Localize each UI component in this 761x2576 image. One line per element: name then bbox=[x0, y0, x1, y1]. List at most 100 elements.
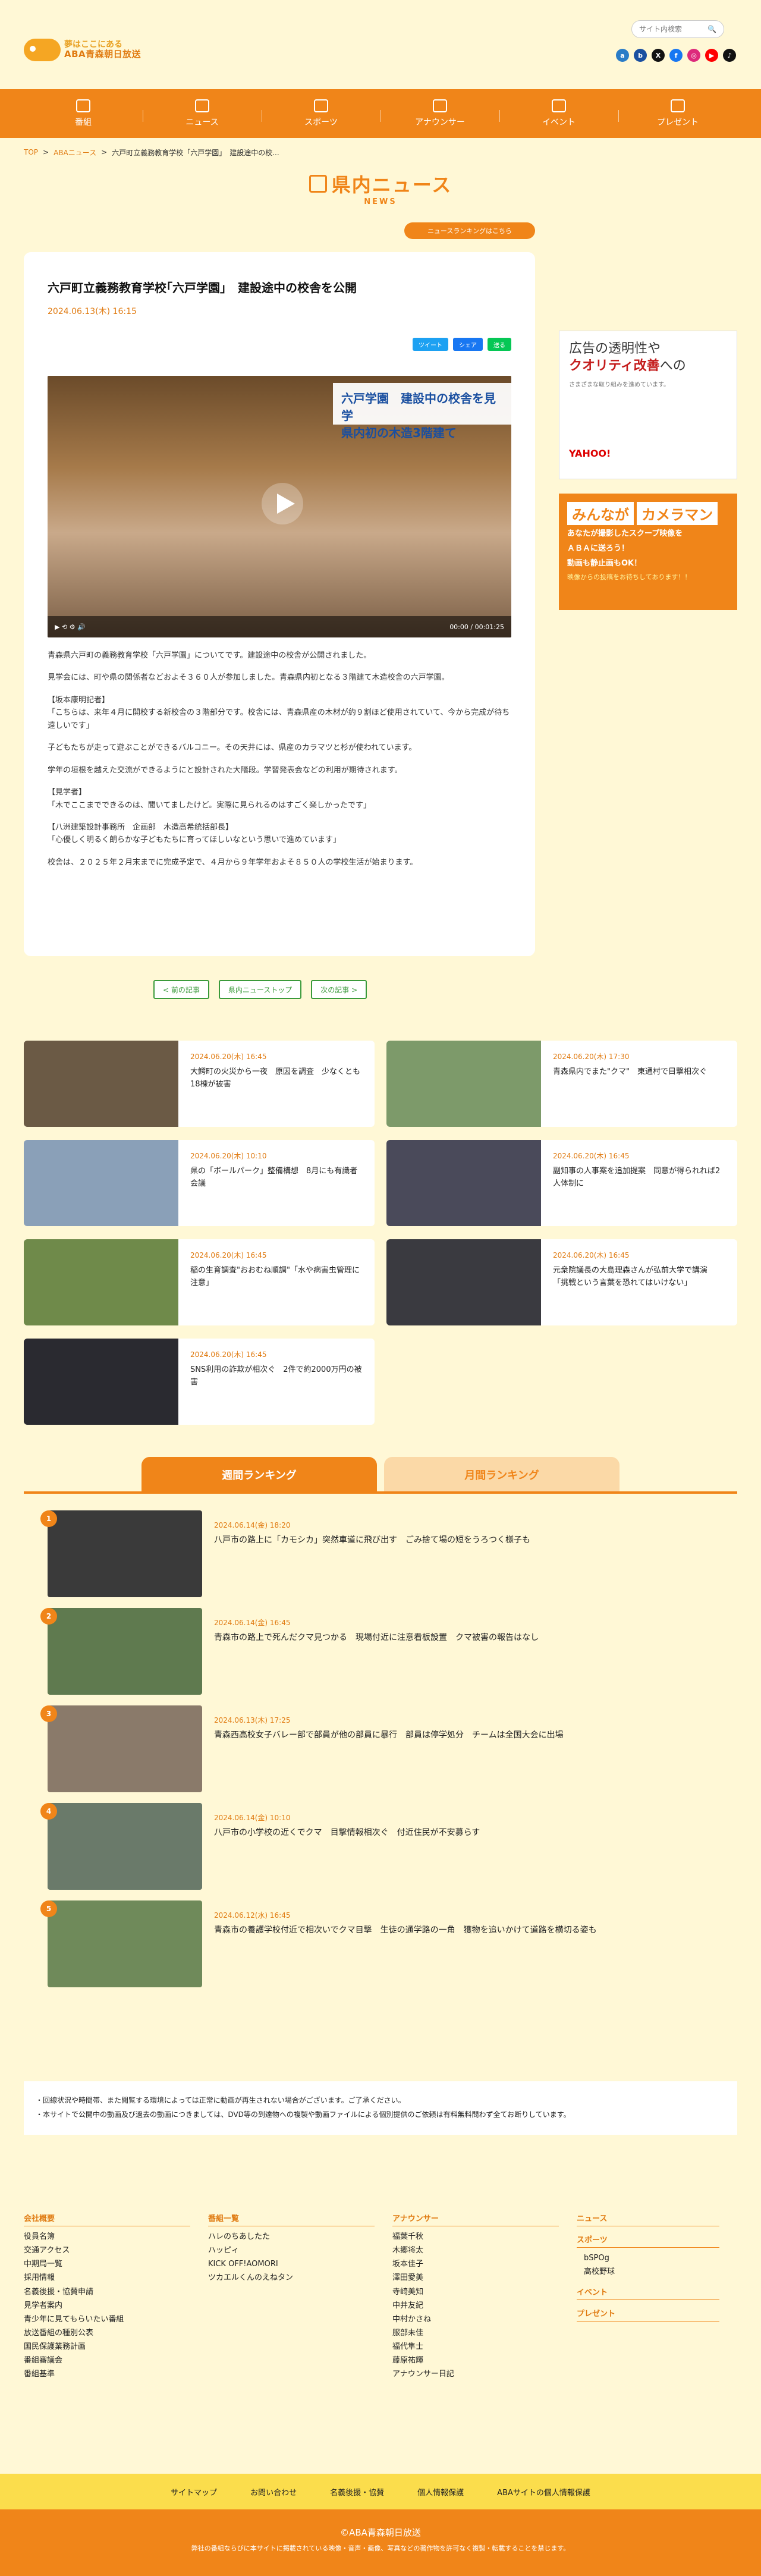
thumbnail bbox=[24, 1339, 178, 1425]
breadcrumb-top[interactable]: TOP bbox=[24, 148, 38, 156]
footer-link[interactable]: 採用情報 bbox=[24, 2271, 208, 2285]
footer-link[interactable]: 番組審議会 bbox=[24, 2354, 208, 2367]
ranking-item[interactable]: 1 2024.06.14(金) 18:20 八戸市の路上に「カモシカ」突然車道に飛び… bbox=[24, 1510, 737, 1600]
nav-item[interactable]: スポーツ bbox=[262, 99, 380, 128]
footer-nav-link[interactable]: ABAサイトの個人情報保護 bbox=[497, 2486, 590, 2498]
tab-weekly-ranking[interactable]: 週間ランキング bbox=[141, 1457, 377, 1493]
video-controls: ▶ ⟲ ⚙ 🔊 00:00 / 00:01:25 bbox=[48, 616, 511, 637]
breadcrumb-current: 六戸町立義務教育学校「六戸学園」 建設途中の校... bbox=[112, 148, 279, 157]
card-content: 2024.06.20(木) 16:45 SNS利用の詐欺が相次ぐ 2件で約2000… bbox=[178, 1339, 375, 1425]
footer-link[interactable]: bSPOg bbox=[577, 2251, 737, 2265]
card-date: 2024.06.20(木) 16:45 bbox=[553, 1251, 630, 1259]
list-item[interactable]: 2024.06.20(木) 16:45 副知事の人事案を追加提案 同意が得られれば… bbox=[386, 1140, 737, 1226]
footer-link[interactable]: 青少年に見てもらいたい番組 bbox=[24, 2313, 208, 2326]
footer-link[interactable]: 国民保護業務計画 bbox=[24, 2340, 208, 2354]
nav-item[interactable]: プレゼント bbox=[618, 99, 737, 128]
article-paragraph: 見学会には、町や県の関係者などおよそ３６０人が参加しました。青森県内初となる３階… bbox=[48, 673, 449, 683]
footer-announcers-title[interactable]: アナウンサー bbox=[392, 2212, 559, 2226]
footer-present-title[interactable]: プレゼント bbox=[577, 2307, 719, 2322]
list-item[interactable]: 2024.06.20(木) 16:45 元衆院議長の大島理森さんが弘前大学で講演 … bbox=[386, 1239, 737, 1325]
share-button[interactable]: シェア bbox=[453, 338, 483, 351]
video-player[interactable]: 六戸学園 建設中の校舎を見学 県内初の木造3階建て ▶ ⟲ ⚙ 🔊 00:00 … bbox=[48, 376, 511, 637]
footer-nav-link[interactable]: お問い合わせ bbox=[250, 2486, 297, 2498]
play-icon[interactable] bbox=[262, 483, 303, 524]
footer-nav-link[interactable]: サイトマップ bbox=[171, 2486, 217, 2498]
ranking-content: 2024.06.13(木) 17:25 青森西高校女子バレー部で部員が他の部員に暴… bbox=[202, 1705, 576, 1795]
nav-item[interactable]: 番組 bbox=[24, 99, 143, 128]
next-article-button[interactable]: 次の記事 > bbox=[311, 980, 367, 999]
footer-link[interactable]: 番組基準 bbox=[24, 2367, 208, 2381]
x-icon[interactable]: X bbox=[652, 49, 665, 62]
footer-link[interactable]: 中期局一覧 bbox=[24, 2257, 208, 2271]
footer-nav-link[interactable]: 名義後援・協賛 bbox=[330, 2486, 384, 2498]
footer-link[interactable]: 藤原祐輝 bbox=[392, 2354, 577, 2367]
footer-link[interactable]: アナウンサー日記 bbox=[392, 2367, 577, 2381]
footer-link[interactable]: 澤田愛美 bbox=[392, 2271, 577, 2285]
footer-link[interactable]: 寺崎美知 bbox=[392, 2285, 577, 2299]
search-box[interactable]: 🔍 bbox=[631, 20, 724, 38]
footer-event-title[interactable]: イベント bbox=[577, 2286, 719, 2301]
breadcrumb-news[interactable]: ABAニュース bbox=[54, 147, 96, 158]
footer-link[interactable]: 見学者案内 bbox=[24, 2299, 208, 2313]
card-content: 2024.06.20(木) 16:45 稲の生育調査"おおむね順調"「水や病害虫管… bbox=[178, 1239, 375, 1325]
ranking-item[interactable]: 3 2024.06.13(木) 17:25 青森西高校女子バレー部で部員が他の部員に… bbox=[24, 1705, 737, 1795]
news-top-button[interactable]: 県内ニューストップ bbox=[218, 980, 302, 999]
ad-yahoo-banner[interactable]: 広告の透明性や クオリティ改善への さまざまな取り組みを進めています。 YAHOO… bbox=[559, 331, 737, 479]
footer-link[interactable]: 木郷将太 bbox=[392, 2244, 577, 2257]
footer-link[interactable]: 福葉千秋 bbox=[392, 2230, 577, 2244]
footer-link[interactable]: 役員名簿 bbox=[24, 2230, 208, 2244]
footer-link[interactable]: 交通アクセス bbox=[24, 2244, 208, 2257]
prev-article-button[interactable]: < 前の記事 bbox=[153, 980, 209, 999]
a-icon[interactable]: a bbox=[616, 49, 629, 62]
list-item[interactable]: 2024.06.20(木) 16:45 稲の生育調査"おおむね順調"「水や病害虫管… bbox=[24, 1239, 375, 1325]
facebook-icon[interactable]: f bbox=[669, 49, 683, 62]
footer-link[interactable]: ハレのちあしたた bbox=[208, 2230, 392, 2244]
footer-link[interactable]: 名義後援・協賛申請 bbox=[24, 2285, 208, 2299]
footer-link[interactable]: ツカエルくんのえねタン bbox=[208, 2271, 392, 2285]
list-item[interactable]: 2024.06.20(木) 10:10 県の「ボールパーク」整備構想 8月にも有識… bbox=[24, 1140, 375, 1226]
tiktok-icon[interactable]: ♪ bbox=[723, 49, 736, 62]
nav-label: プレゼント bbox=[657, 118, 699, 127]
footer-link[interactable]: 中村かさね bbox=[392, 2313, 577, 2326]
sidebar-ads: 広告の透明性や クオリティ改善への さまざまな取り組みを進めています。 YAHOO… bbox=[559, 331, 737, 610]
footer-sports-title[interactable]: スポーツ bbox=[577, 2233, 719, 2248]
share-button[interactable]: 送る bbox=[488, 338, 511, 351]
ad-cameraman-banner[interactable]: みんなが カメラマン あなたが撮影したスクープ映像を ＡＢＡに送ろう！ 動画も静… bbox=[559, 494, 737, 610]
share-button[interactable]: ツイート bbox=[413, 338, 448, 351]
ranking-title: 青森市の養護学校付近で相次いでクマ目撃 生徒の通学路の一角 獲物を追いかけて道路… bbox=[214, 1925, 597, 1935]
footer-programs-title[interactable]: 番組一覧 bbox=[208, 2212, 375, 2226]
footer-link[interactable]: 高校野球 bbox=[577, 2265, 737, 2279]
footer-link[interactable]: 坂本佳子 bbox=[392, 2257, 577, 2271]
control-icons[interactable]: ▶ ⟲ ⚙ 🔊 bbox=[55, 623, 86, 631]
nav-item[interactable]: ニュース bbox=[143, 99, 262, 128]
nav-label: アナウンサー bbox=[415, 118, 465, 127]
footer-news-title[interactable]: ニュース bbox=[577, 2212, 719, 2226]
b-icon[interactable]: b bbox=[634, 49, 647, 62]
footer-nav-link[interactable]: 個人情報保護 bbox=[417, 2486, 464, 2498]
footer-company-title[interactable]: 会社概要 bbox=[24, 2212, 190, 2226]
ranking-link-button[interactable]: ニュースランキングはこちら bbox=[404, 222, 535, 239]
footer-link[interactable]: 福代隼士 bbox=[392, 2340, 577, 2354]
nav-item[interactable]: アナウンサー bbox=[380, 99, 499, 128]
ranking-item[interactable]: 2 2024.06.14(金) 16:45 青森市の路上で死んだクマ見つかる 現場付… bbox=[24, 1608, 737, 1697]
instagram-icon[interactable]: ◎ bbox=[687, 49, 700, 62]
yahoo-logo: YAHOO! bbox=[569, 448, 611, 460]
footer-link[interactable]: KICK OFF!AOMORI bbox=[208, 2257, 392, 2271]
ranking-item[interactable]: 4 2024.06.14(金) 10:10 八戸市の小学校の近くでクマ 目撃情報相次… bbox=[24, 1803, 737, 1892]
ranking-item[interactable]: 5 2024.06.12(水) 16:45 青森市の養護学校付近で相次いでクマ目撃 … bbox=[24, 1900, 737, 1990]
footer-link[interactable]: 服部未佳 bbox=[392, 2326, 577, 2340]
article-paragraph: 校舎は、２０２５年２月末までに完成予定で、４月から９年学年およそ８５０人の学校生… bbox=[48, 857, 418, 867]
list-item[interactable]: 2024.06.20(木) 16:45 大鰐町の火災から一夜 原因を調査 少なくと… bbox=[24, 1041, 375, 1127]
list-item[interactable]: 2024.06.20(木) 17:30 青森県内でまた"クマ" 東通村で目撃相次ぐ bbox=[386, 1041, 737, 1127]
search-icon[interactable]: 🔍 bbox=[707, 25, 716, 33]
footer-link[interactable]: 放送番組の種別公表 bbox=[24, 2326, 208, 2340]
footer-link[interactable]: 中井友紀 bbox=[392, 2299, 577, 2313]
youtube-icon[interactable]: ▶ bbox=[705, 49, 718, 62]
footer-link[interactable]: ハッピィ bbox=[208, 2244, 392, 2257]
tab-monthly-ranking[interactable]: 月間ランキング bbox=[384, 1457, 620, 1493]
nav-icon bbox=[433, 99, 447, 112]
list-item[interactable]: 2024.06.20(木) 16:45 SNS利用の詐欺が相次ぐ 2件で約2000… bbox=[24, 1339, 375, 1425]
nav-item[interactable]: イベント bbox=[499, 99, 618, 128]
site-logo[interactable]: 夢はここにある ABA青森朝日放送 bbox=[24, 37, 149, 63]
search-input[interactable] bbox=[639, 25, 705, 33]
